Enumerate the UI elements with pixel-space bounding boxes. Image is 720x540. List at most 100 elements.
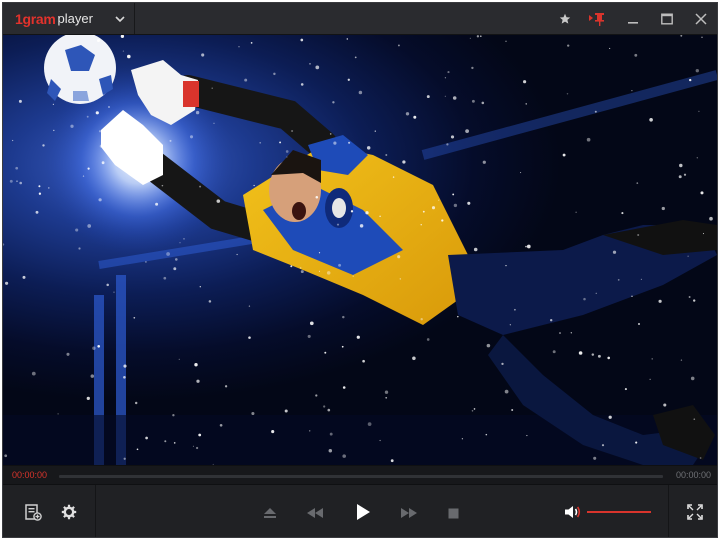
snow-particle bbox=[259, 141, 262, 144]
snow-particle bbox=[688, 296, 691, 298]
fullscreen-icon bbox=[687, 504, 703, 520]
maximize-button[interactable] bbox=[659, 11, 675, 27]
snow-particle bbox=[318, 252, 321, 254]
pin-button[interactable] bbox=[587, 11, 607, 27]
chevron-down-icon[interactable] bbox=[113, 13, 127, 25]
snow-particle bbox=[431, 206, 436, 210]
snow-particle bbox=[208, 300, 212, 303]
snow-particle bbox=[219, 423, 223, 427]
snow-particle bbox=[251, 411, 255, 416]
snow-particle bbox=[248, 336, 251, 339]
snow-particle bbox=[505, 264, 507, 267]
snow-particle bbox=[520, 172, 522, 174]
snow-particle bbox=[213, 122, 215, 124]
snow-particle bbox=[87, 224, 92, 228]
snow-particle bbox=[5, 281, 9, 285]
snow-particle bbox=[22, 275, 26, 279]
snow-particle bbox=[651, 358, 653, 360]
snow-particle bbox=[199, 185, 202, 188]
snow-particle bbox=[465, 129, 469, 133]
snow-particle bbox=[509, 324, 511, 326]
total-time: 00:00:00 bbox=[675, 470, 711, 480]
video-display[interactable] bbox=[3, 35, 717, 465]
fast-forward-icon bbox=[401, 508, 417, 518]
snow-particle bbox=[15, 166, 19, 170]
snow-particle bbox=[426, 95, 430, 99]
snow-particle bbox=[123, 376, 126, 379]
snow-overlay bbox=[3, 35, 713, 465]
snow-particle bbox=[552, 350, 556, 354]
snow-particle bbox=[38, 192, 42, 195]
eject-icon bbox=[264, 508, 276, 518]
stop-icon bbox=[448, 508, 458, 518]
close-button[interactable] bbox=[693, 11, 709, 27]
snow-particle bbox=[9, 179, 13, 183]
snow-particle bbox=[390, 459, 394, 463]
snow-particle bbox=[679, 163, 683, 168]
volume-slider[interactable] bbox=[587, 511, 651, 513]
snow-particle bbox=[286, 156, 288, 158]
snow-particle bbox=[649, 378, 651, 380]
snow-particle bbox=[273, 72, 276, 76]
snow-particle bbox=[612, 250, 617, 254]
snow-particle bbox=[75, 228, 79, 232]
snow-particle bbox=[559, 332, 561, 334]
snow-particle bbox=[514, 308, 516, 311]
snow-particle bbox=[279, 141, 282, 144]
snow-particle bbox=[469, 37, 471, 39]
snow-particle bbox=[397, 44, 400, 47]
snow-particle bbox=[420, 318, 423, 321]
snow-particle bbox=[452, 193, 455, 196]
snow-particle bbox=[356, 335, 360, 339]
eject-button[interactable] bbox=[261, 504, 279, 522]
snow-particle bbox=[379, 439, 381, 442]
app-name: player bbox=[57, 11, 93, 26]
snow-particle bbox=[57, 413, 59, 415]
snow-particle bbox=[608, 415, 612, 419]
close-icon bbox=[695, 13, 707, 25]
snow-particle bbox=[634, 53, 638, 57]
snow-particle bbox=[315, 394, 318, 397]
snow-particle bbox=[342, 454, 346, 458]
favorite-button[interactable] bbox=[557, 11, 573, 27]
snow-particle bbox=[183, 238, 185, 240]
snow-particle bbox=[38, 185, 41, 188]
snow-particle bbox=[702, 233, 705, 235]
snow-particle bbox=[405, 112, 410, 116]
snow-particle bbox=[175, 258, 178, 261]
snow-particle bbox=[696, 157, 698, 159]
snow-particle bbox=[135, 165, 137, 167]
snow-particle bbox=[236, 253, 238, 256]
snow-particle bbox=[450, 135, 455, 139]
snow-particle bbox=[97, 344, 101, 348]
snow-particle bbox=[422, 210, 425, 213]
snow-particle bbox=[482, 160, 486, 164]
snow-particle bbox=[250, 42, 253, 44]
play-button[interactable] bbox=[352, 501, 374, 523]
seek-bar[interactable]: 00:00:00 00:00:00 bbox=[3, 465, 717, 485]
snow-particle bbox=[526, 435, 528, 437]
mute-button[interactable] bbox=[563, 502, 583, 522]
settings-button[interactable] bbox=[59, 502, 79, 522]
fullscreen-button[interactable] bbox=[685, 502, 705, 522]
play-icon bbox=[357, 504, 370, 520]
rewind-button[interactable] bbox=[305, 504, 325, 522]
snow-particle bbox=[199, 286, 201, 288]
snow-particle bbox=[271, 430, 275, 434]
playlist-button[interactable] bbox=[23, 502, 43, 522]
minimize-icon bbox=[628, 22, 638, 24]
minimize-button[interactable] bbox=[625, 11, 641, 27]
title-bar[interactable]: 1gram player bbox=[3, 3, 717, 35]
snow-particle bbox=[195, 446, 199, 450]
snow-particle bbox=[617, 278, 620, 281]
snow-particle bbox=[352, 275, 354, 277]
snow-particle bbox=[155, 202, 159, 206]
snow-particle bbox=[329, 133, 332, 135]
snow-particle bbox=[467, 201, 471, 205]
snow-particle bbox=[362, 359, 365, 363]
seek-track[interactable] bbox=[59, 475, 663, 478]
snow-particle bbox=[457, 315, 459, 318]
stop-button[interactable] bbox=[444, 504, 462, 522]
app-menu-button[interactable]: 1gram player bbox=[3, 3, 135, 34]
fast-forward-button[interactable] bbox=[399, 504, 419, 522]
